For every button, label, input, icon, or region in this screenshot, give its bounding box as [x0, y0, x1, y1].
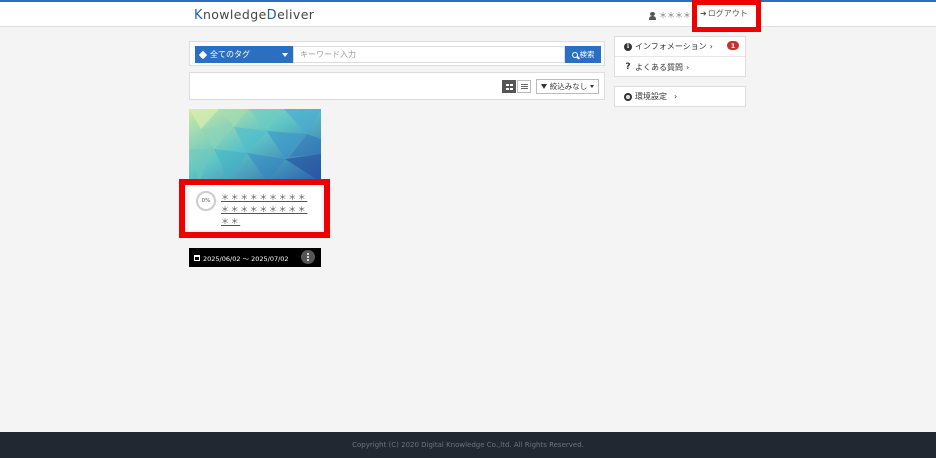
user-icon — [649, 11, 656, 20]
gear-icon — [624, 92, 632, 101]
user-name: ＊＊＊＊ — [659, 11, 691, 20]
question-icon: ? — [625, 62, 631, 72]
user-menu[interactable]: ＊＊＊＊ — [649, 10, 691, 21]
notification-badge: 1 — [727, 41, 739, 50]
chevron-right-icon: › — [686, 62, 690, 72]
calendar-icon — [194, 254, 200, 261]
settings-label: 環境設定 — [635, 92, 667, 101]
grid-view-button[interactable] — [502, 80, 516, 93]
filter-dropdown[interactable]: 絞込みなし — [536, 79, 599, 94]
search-button-label: 検索 — [579, 50, 595, 59]
chevron-right-icon: › — [674, 92, 678, 101]
faq-label: よくある質問 — [635, 62, 683, 72]
chevron-right-icon: › — [709, 42, 713, 51]
tag-filter-label: 全てのタグ — [210, 50, 250, 59]
faq-link[interactable]: ? よくある質問 › — [615, 57, 745, 77]
filter-label: 絞込みなし — [549, 82, 588, 91]
card-highlight-box — [179, 179, 330, 238]
logout-label: ログアウト — [707, 9, 748, 18]
sign-out-icon: ➜ — [700, 9, 707, 18]
copyright-text: Copyright (C) 2020 Digital Knowledge Co.… — [352, 441, 584, 449]
tag-icon — [198, 50, 208, 59]
course-period: 2025/06/02 ～ 2025/07/02 — [203, 254, 289, 263]
footer: Copyright (C) 2020 Digital Knowledge Co.… — [0, 432, 936, 458]
logout-button[interactable]: ➜ ログアウト — [700, 8, 748, 19]
more-options-button[interactable] — [301, 250, 315, 264]
search-button[interactable]: 検索 — [565, 46, 601, 63]
information-label: インフォメーション — [635, 42, 707, 51]
keyword-search-input[interactable]: キーワード入力 — [293, 46, 565, 63]
information-link[interactable]: i インフォメーション › — [615, 37, 745, 57]
tag-filter-dropdown[interactable]: 全てのタグ — [195, 46, 293, 63]
course-thumbnail[interactable] — [189, 109, 321, 182]
view-toolbar: 絞込みなし — [189, 72, 605, 100]
grid-icon — [506, 84, 513, 90]
sidebar-links-panel: i インフォメーション › ? よくある質問 › — [614, 36, 746, 77]
info-icon: i — [624, 42, 632, 51]
search-icon — [571, 51, 578, 58]
app-logo[interactable]: KnowledgeDeliver — [194, 7, 314, 23]
search-bar: 全てのタグ キーワード入力 検索 — [189, 41, 605, 66]
caret-down-icon — [282, 53, 288, 57]
list-icon — [521, 84, 528, 90]
top-nav-bar: KnowledgeDeliver ＊＊＊＊ — [0, 0, 936, 27]
caret-down-icon — [590, 85, 595, 88]
filter-icon — [540, 84, 547, 89]
list-view-button[interactable] — [517, 80, 531, 93]
settings-link[interactable]: 環境設定 › — [614, 86, 746, 107]
lowpoly-pattern-image — [189, 109, 321, 182]
